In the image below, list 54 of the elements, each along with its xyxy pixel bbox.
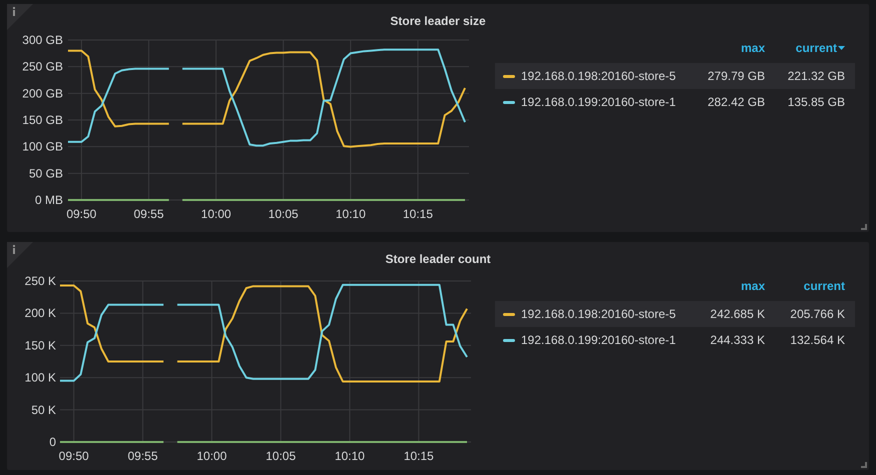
series-name: 192.168.0.198:20160-store-5 (521, 68, 677, 85)
y-axis-label: 250 GB (22, 60, 63, 74)
y-axis-label: 100 GB (22, 140, 63, 154)
max-value: 279.79 GB (706, 68, 765, 85)
y-axis-label: 0 (49, 435, 56, 449)
y-axis-label: 100 K (24, 370, 56, 385)
x-axis-label: 09:55 (128, 449, 158, 463)
series-swatch (503, 100, 515, 104)
series-name: 192.168.0.199:20160-store-1 (521, 332, 677, 349)
x-axis-label: 10:15 (402, 207, 433, 221)
series-name: 192.168.0.199:20160-store-1 (521, 94, 677, 111)
x-axis-label: 10:05 (266, 449, 296, 463)
series-swatch (503, 74, 515, 78)
y-axis-label: 50 K (31, 402, 56, 417)
series-swatch (503, 312, 515, 316)
legend-column-header[interactable]: max (740, 39, 765, 57)
x-axis-label: 09:50 (58, 449, 89, 463)
x-axis-label: 10:00 (201, 207, 232, 221)
current-value: 221.32 GB (786, 68, 845, 85)
y-axis-label: 150 K (24, 338, 56, 352)
legend-column-header[interactable]: current (796, 39, 845, 57)
panel-title: Store leader size (390, 13, 486, 30)
x-axis-label: 10:10 (336, 207, 366, 221)
x-axis-label: 10:05 (268, 207, 298, 221)
legend-row[interactable]: 192.168.0.198:20160-store-5 279.79 GB 221.32 GB (495, 63, 855, 89)
series-swatch (503, 338, 515, 342)
max-value: 242.685 K (709, 306, 765, 323)
y-axis-label: 50 GB (28, 166, 63, 180)
y-axis-label: 200 GB (22, 86, 63, 100)
current-value: 132.564 K (789, 332, 845, 349)
legend-row[interactable]: 192.168.0.198:20160-store-5 242.685 K 205.766 K (495, 301, 855, 327)
legend-column-header[interactable]: max (740, 277, 765, 295)
max-value: 244.333 K (709, 332, 765, 349)
panel-title: Store leader count (385, 251, 491, 268)
resize-handle-icon[interactable] (861, 462, 867, 468)
info-icon[interactable] (7, 242, 33, 268)
y-axis-label: 0 MB (34, 193, 63, 207)
legend-column-header[interactable]: current (804, 277, 845, 295)
x-axis-label: 10:00 (196, 449, 227, 463)
max-value: 282.42 GB (706, 94, 765, 111)
y-axis-label: 150 GB (22, 113, 63, 127)
y-axis-label: 250 K (24, 274, 56, 288)
info-icon[interactable] (7, 4, 33, 30)
y-axis-label: 300 GB (22, 33, 63, 47)
current-value: 205.766 K (789, 306, 845, 323)
current-value: 135.85 GB (786, 94, 845, 111)
y-axis-label: 200 K (24, 306, 56, 320)
x-axis-label: 09:55 (134, 207, 164, 221)
x-axis-label: 10:10 (334, 449, 365, 463)
resize-handle-icon[interactable] (861, 224, 867, 230)
x-axis-label: 10:15 (404, 449, 434, 463)
series-name: 192.168.0.198:20160-store-5 (521, 306, 677, 323)
x-axis-label: 09:50 (66, 207, 96, 221)
sort-caret-icon (838, 46, 845, 50)
